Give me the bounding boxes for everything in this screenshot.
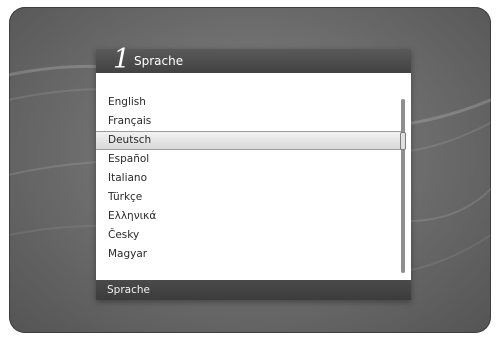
language-item-cesky[interactable]: Česky [96, 226, 402, 245]
dialog-body: English Français Deutsch Español Italian… [96, 73, 411, 280]
language-label: Magyar [108, 248, 148, 260]
language-item-deutsch[interactable]: Deutsch [96, 131, 402, 150]
scrollbar-track[interactable] [401, 99, 405, 273]
language-item-turkce[interactable]: Türkçe [96, 188, 402, 207]
language-list: English Français Deutsch Español Italian… [96, 93, 404, 264]
language-label: Česky [108, 229, 140, 241]
language-label: Français [108, 115, 152, 127]
step-number: 1 [113, 44, 131, 75]
language-item-english[interactable]: English [96, 93, 402, 112]
dialog-footer: Sprache [96, 280, 411, 300]
language-label: Español [108, 153, 150, 165]
language-label: Italiano [108, 172, 147, 184]
footer-label: Sprache [107, 284, 150, 296]
language-item-magyar[interactable]: Magyar [96, 245, 402, 264]
language-item-espanol[interactable]: Español [96, 150, 402, 169]
language-label: Türkçe [108, 191, 143, 203]
language-label: Ελληνικά [108, 210, 157, 222]
language-item-ellinika[interactable]: Ελληνικά [96, 207, 402, 226]
language-label: English [108, 96, 146, 108]
language-dialog: 1 Sprache English Français Deutsch Españ… [96, 45, 411, 300]
scrollbar-thumb[interactable] [400, 132, 406, 150]
dialog-header: 1 Sprache [96, 45, 411, 75]
dialog-title: Sprache [134, 54, 184, 68]
language-label: Deutsch [108, 134, 152, 146]
language-item-italiano[interactable]: Italiano [96, 169, 402, 188]
tv-screen: 1 Sprache English Français Deutsch Españ… [9, 7, 491, 333]
language-item-francais[interactable]: Français [96, 112, 402, 131]
